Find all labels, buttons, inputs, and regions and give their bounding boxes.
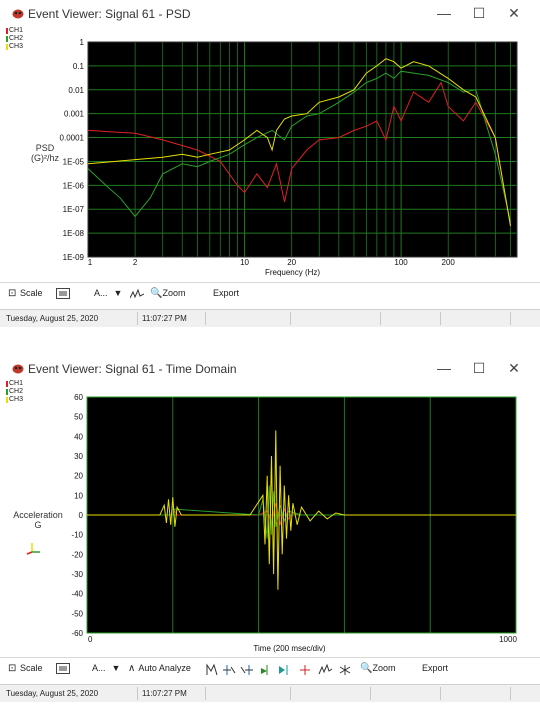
scale-button[interactable]: ⊡ Scale — [8, 663, 43, 674]
y-tick-label: -30 — [71, 570, 83, 579]
chart-image-button[interactable] — [56, 288, 70, 301]
image-icon — [56, 288, 70, 299]
y-tick-label: -50 — [71, 609, 83, 618]
y-tick-label: -20 — [71, 550, 83, 559]
scale-button[interactable]: ⊡ Scale — [8, 288, 43, 299]
x-tick-label: 0 — [88, 635, 93, 644]
y-tick-label: -40 — [71, 590, 83, 599]
magnifier-icon: 🔍 — [150, 288, 163, 299]
psd-chart: 1E-09 1E-08 1E-07 1E-06 1E-05 0.0001 0.001 0.01… — [60, 38, 518, 277]
dropdown-arrow-icon: ▼ — [111, 663, 121, 673]
x-tick-label: 2 — [133, 258, 138, 267]
x-tick-label: 1 — [88, 258, 93, 267]
peak-button[interactable] — [129, 288, 145, 302]
y-tick-label: 10 — [74, 491, 83, 500]
x-tick-label: 1000 — [499, 635, 517, 644]
status-time: 11:07:27 PM — [142, 314, 187, 323]
y-tick-label: 0.0001 — [60, 134, 85, 143]
cursor-tools — [205, 663, 357, 679]
time-toolbar: ⊡ Scale A... ▼ ∧ Auto Analyze 🔍Zoom Expo… — [0, 657, 540, 682]
zoom-button[interactable]: 🔍Zoom — [150, 288, 185, 299]
analysis-menu-button[interactable]: A... ▼ — [92, 663, 120, 673]
y-tick-label: 0.1 — [73, 62, 85, 71]
y-tick-label: 0.01 — [68, 86, 84, 95]
psd-window: Event Viewer: Signal 61 - PSD — ☐ ✕ CH1 … — [0, 0, 540, 330]
x-tick-label: 200 — [442, 258, 456, 267]
y-tick-label: -60 — [71, 629, 83, 638]
x-axis-label: Frequency (Hz) — [265, 268, 320, 277]
y-tick-label: 1E-06 — [63, 181, 85, 190]
dropdown-arrow-icon: ▼ — [113, 288, 123, 298]
x-axis-label: Time (200 msec/div) — [253, 644, 326, 653]
left-cursor-icon[interactable] — [223, 665, 236, 675]
time-chart: 60 50 40 30 20 10 0 -10 -20 -30 -40 -50 -60 0 1000 Time… — [71, 393, 517, 653]
y-tick-label: 1 — [80, 38, 85, 47]
right-cursor-icon[interactable] — [240, 665, 253, 675]
y-tick-label: 1E-08 — [63, 229, 85, 238]
psd-toolbar: ⊡ Scale A... ▼ 🔍Zoom Export — [0, 282, 540, 307]
wave-icon: ∧ — [128, 663, 136, 674]
x-tick-label: 10 — [240, 258, 249, 267]
peak-cursor-icon[interactable] — [206, 663, 218, 676]
y-tick-label: 50 — [74, 413, 83, 422]
star-cursor-icon[interactable] — [339, 665, 351, 675]
y-tick-label: 20 — [74, 472, 83, 481]
export-button[interactable]: Export — [213, 288, 239, 298]
band-left-icon[interactable] — [261, 665, 268, 675]
scale-icon: ⊡ — [8, 288, 17, 299]
band-right-icon[interactable] — [279, 665, 288, 675]
magnifier-icon: 🔍 — [360, 663, 373, 674]
crosshair-icon[interactable] — [300, 665, 310, 675]
time-domain-window: Event Viewer: Signal 61 - Time Domain — … — [0, 355, 540, 709]
y-tick-label: 1E-05 — [63, 157, 85, 166]
peak-icon — [129, 288, 145, 299]
chart-image-button[interactable] — [56, 663, 70, 676]
status-date: Tuesday, August 25, 2020 — [6, 314, 99, 323]
scale-icon: ⊡ — [8, 663, 17, 674]
y-tick-label: 40 — [74, 432, 83, 441]
y-tick-label: 30 — [74, 452, 83, 461]
export-button[interactable]: Export — [422, 663, 448, 673]
x-tick-label: 20 — [287, 258, 296, 267]
image-icon — [56, 663, 70, 674]
y-tick-label: 1E-09 — [63, 253, 85, 262]
plot-area — [88, 42, 517, 257]
auto-analyze-button[interactable]: ∧ Auto Analyze — [128, 663, 191, 674]
y-tick-label: 0 — [79, 511, 84, 520]
y-tick-label: 0.001 — [64, 110, 85, 119]
y-tick-label: -10 — [71, 531, 83, 540]
peak-icon[interactable] — [318, 663, 333, 675]
analysis-menu-button[interactable]: A... ▼ — [94, 288, 122, 298]
zoom-button[interactable]: 🔍Zoom — [360, 663, 395, 674]
x-tick-label: 100 — [394, 258, 408, 267]
status-date: Tuesday, August 25, 2020 — [6, 689, 99, 698]
status-time: 11:07:27 PM — [142, 689, 187, 698]
time-status-bar: Tuesday, August 25, 2020 11:07:27 PM — [0, 684, 540, 702]
y-tick-label: 1E-07 — [63, 205, 85, 214]
psd-status-bar: Tuesday, August 25, 2020 11:07:27 PM — [0, 309, 540, 327]
y-tick-label: 60 — [74, 393, 83, 402]
